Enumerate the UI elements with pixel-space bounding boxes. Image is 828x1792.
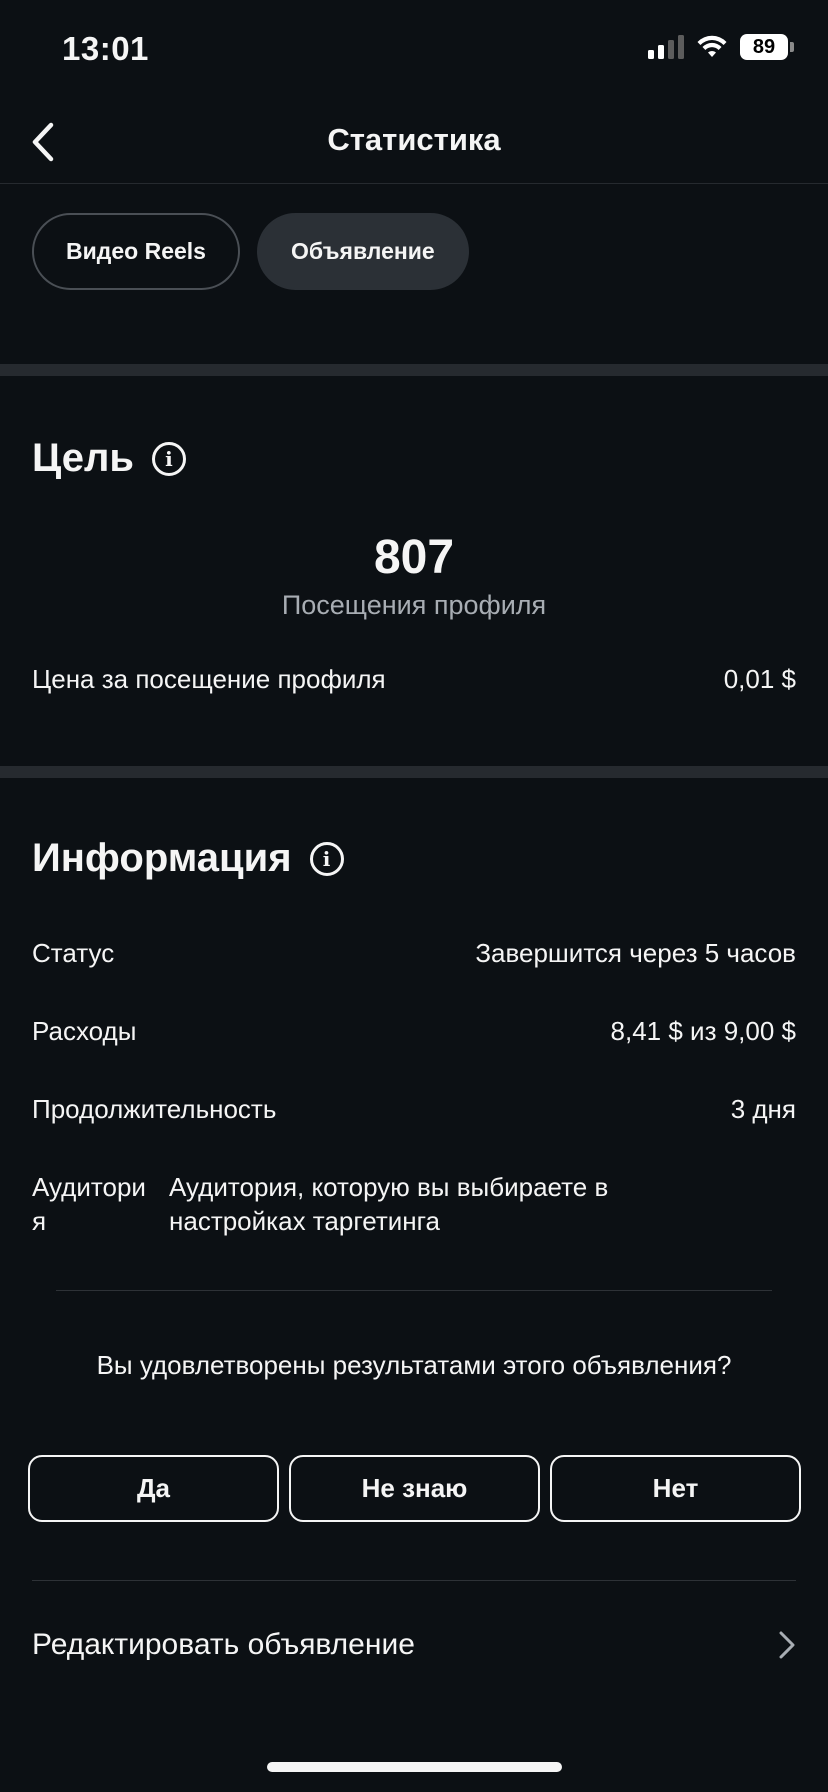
- audience-value: Аудитория, которую вы выбираете в настро…: [169, 1172, 609, 1236]
- goal-section-title: Цель i: [32, 436, 186, 481]
- status-bar: 13:01 89: [0, 0, 828, 100]
- info-icon[interactable]: i: [309, 841, 344, 876]
- chevron-right-icon: [779, 1631, 795, 1659]
- tab-reels-video[interactable]: Видео Reels: [32, 213, 240, 290]
- edit-ad-label: Редактировать объявление: [32, 1628, 415, 1661]
- satisfaction-question: Вы удовлетворены результатами этого объя…: [96, 1350, 732, 1380]
- tab-ad[interactable]: Объявление: [256, 213, 469, 290]
- section-divider: [0, 766, 828, 778]
- no-button[interactable]: Нет: [550, 1455, 801, 1522]
- cost-per-visit-row: Цена за посещение профиля 0,01 $: [32, 664, 796, 695]
- status-row: Статус Завершится через 5 часов: [32, 938, 796, 969]
- audience-label: Аудитория: [32, 1172, 146, 1236]
- yes-button[interactable]: Да: [28, 1455, 279, 1522]
- spend-label: Расходы: [32, 1016, 137, 1046]
- cellular-signal-icon: [648, 35, 684, 59]
- nav-header: Статистика: [0, 100, 828, 184]
- home-indicator[interactable]: [267, 1762, 562, 1772]
- profile-visits-value: 807: [373, 531, 455, 584]
- not-sure-button[interactable]: Не знаю: [289, 1455, 540, 1522]
- edit-ad-row[interactable]: Редактировать объявление: [32, 1610, 796, 1680]
- battery-icon: 89: [740, 34, 794, 60]
- spend-value: 8,41 $ из 9,00 $: [610, 1016, 796, 1046]
- status-time: 13:01: [62, 30, 149, 67]
- statistics-screen: 13:01 89 Статистика Видео Reels Объявлен…: [0, 0, 828, 1792]
- info-title: Информация: [32, 836, 292, 880]
- status-icons: 89: [648, 34, 794, 60]
- info-section-title: Информация i: [32, 836, 344, 881]
- spend-row: Расходы 8,41 $ из 9,00 $: [32, 1016, 796, 1047]
- duration-label: Продолжительность: [32, 1094, 277, 1124]
- wifi-icon: [697, 35, 727, 57]
- info-icon[interactable]: i: [151, 441, 186, 476]
- battery-level: 89: [740, 34, 788, 60]
- cost-per-visit-value: 0,01 $: [723, 664, 796, 694]
- status-label: Статус: [32, 938, 115, 968]
- page-title: Статистика: [327, 122, 501, 157]
- tab-bar: Видео Reels Объявление: [32, 213, 469, 290]
- goal-title: Цель: [32, 436, 134, 480]
- section-divider: [0, 364, 828, 376]
- cost-per-visit-label: Цена за посещение профиля: [32, 664, 386, 694]
- divider: [56, 1290, 772, 1291]
- divider: [32, 1580, 796, 1581]
- status-value: Завершится через 5 часов: [475, 938, 796, 968]
- duration-row: Продолжительность 3 дня: [32, 1094, 796, 1125]
- satisfaction-buttons: Да Не знаю Нет: [28, 1455, 801, 1522]
- profile-visits-label: Посещения профиля: [281, 590, 547, 620]
- duration-value: 3 дня: [730, 1094, 796, 1124]
